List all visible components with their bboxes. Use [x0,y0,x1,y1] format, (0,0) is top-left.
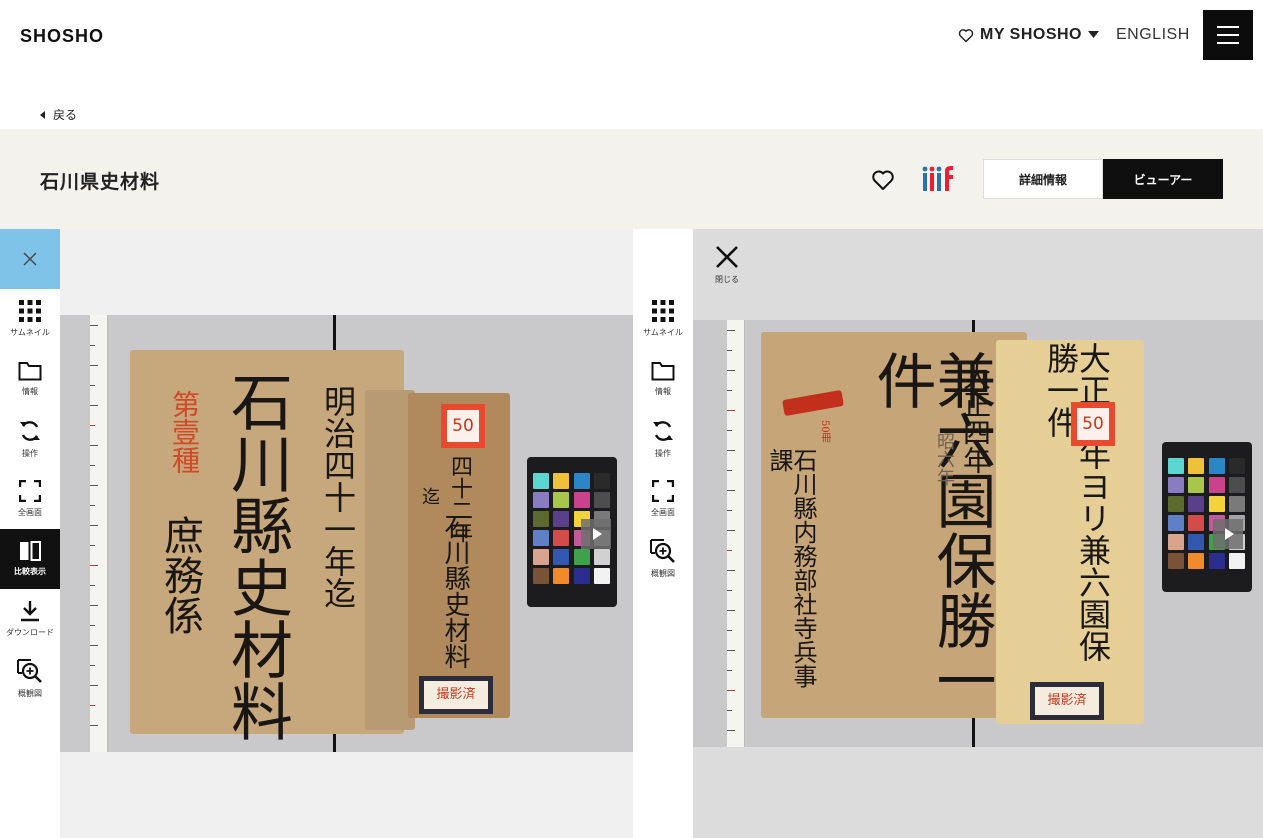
operate-label: 操作 [22,449,38,458]
thumbnail-button[interactable]: サムネイル [633,289,693,349]
back-link[interactable]: 戻る [40,106,77,123]
stamp-text: 撮影済 [1035,687,1099,715]
my-shosho-label: MY SHOSHO [980,26,1082,43]
info-button[interactable]: 情報 [633,349,693,409]
fullscreen-label: 全画面 [18,508,42,517]
menu-bar-icon [1217,26,1239,28]
fullscreen-button[interactable]: 全画面 [0,469,60,529]
grid-icon [652,300,674,322]
my-shosho-dropdown[interactable]: MY SHOSHO [958,25,1099,45]
cover-text-main: 石川縣史材料 [220,370,293,742]
right-viewer-pane[interactable]: 閉じる 50冊 兼六園保勝一件 大正四年 昭六年 石川縣内務部社寺兵事課 大正四… [693,229,1263,838]
info-label: 情報 [22,387,38,396]
cover-text-red: 第壹種 [168,390,201,474]
heart-icon [958,28,974,42]
cover-text-pencil: 昭六年 [934,432,955,486]
compare-icon [20,541,41,561]
download-icon [21,601,39,622]
play-icon [592,528,602,540]
number-tag-text: 50 [1077,408,1109,440]
close-icon [23,252,37,266]
folder-icon [651,362,675,381]
operate-button[interactable]: 操作 [0,409,60,469]
play-button[interactable] [581,519,611,549]
zoom-overview-icon [17,659,42,683]
rotate-icon [20,421,40,441]
photographed-stamp: 撮影済 [419,676,493,714]
download-label: ダウンロード [6,628,54,637]
overview-button[interactable]: 概観図 [633,529,693,589]
fullscreen-icon [652,480,674,502]
rotate-icon [653,421,673,441]
left-viewer-pane[interactable]: 第壹種 石川縣史材料 明治四十一年迄 庶務係 四十二年 迄 石川縣史材料 50 … [60,229,633,838]
number-tag: 50 [441,404,485,448]
overview-label: 概観図 [18,689,42,698]
heart-icon [872,170,894,190]
menu-bar-icon [1217,34,1239,36]
zoom-overview-icon [650,539,675,563]
measuring-ruler [727,320,745,747]
document-image-left[interactable]: 第壹種 石川縣史材料 明治四十一年迄 庶務係 四十二年 迄 石川縣史材料 50 … [60,315,633,752]
cover-text-dept: 石川縣内務部社寺兵事課 [765,448,817,688]
operate-label: 操作 [655,449,671,458]
left-toolbar: サムネイル 情報 操作 全画面 比較表示 ダウンロード 概観図 [0,229,60,838]
favorite-button[interactable] [871,169,895,191]
right-toolbar: サムネイル 情報 操作 全画面 概観図 [633,229,693,838]
page-title: 石川県史材料 [40,171,161,193]
hamburger-menu-button[interactable] [1203,10,1253,60]
compare-label: 比較表示 [14,567,46,576]
measuring-ruler [90,315,108,752]
number-tag-text: 50 [447,410,479,442]
info-label: 情報 [655,387,671,396]
site-header: SHOSHO MY SHOSHO ENGLISH [0,0,1263,70]
iiif-button[interactable] [921,165,955,193]
cover-text-side: 明治四十一年迄 [319,385,357,609]
tab-detail-info[interactable]: 詳細情報 [983,159,1103,199]
caret-down-icon [1088,31,1099,38]
menu-bar-icon [1217,42,1239,44]
thumbnail-label: サムネイル [643,328,683,337]
language-switch[interactable]: ENGLISH [1116,26,1190,44]
overview-button[interactable]: 概観図 [0,649,60,709]
color-checker-card [1162,442,1252,592]
close-icon [716,246,738,268]
close-compare-button[interactable]: 閉じる [707,245,747,293]
thumbnail-label: サムネイル [10,328,50,337]
thumbnail-button[interactable]: サムネイル [0,289,60,349]
compare-button[interactable]: 比較表示 [0,529,60,589]
info-button[interactable]: 情報 [0,349,60,409]
strip-text-2: 迄 [419,487,440,505]
close-panel-button[interactable] [0,229,60,289]
fullscreen-button[interactable]: 全画面 [633,469,693,529]
back-label: 戻る [53,108,78,122]
tab-viewer[interactable]: ビューアー [1103,159,1223,199]
caret-left-icon [40,110,45,119]
play-button[interactable] [1213,519,1243,549]
number-tag: 50 [1071,402,1115,446]
photographed-stamp: 撮影済 [1030,682,1104,720]
grid-icon [19,300,41,322]
document-image-right[interactable]: 50冊 兼六園保勝一件 大正四年 昭六年 石川縣内務部社寺兵事課 大正四年ヨリ兼… [693,320,1263,747]
red-note-text: 50冊 [819,420,830,443]
close-label: 閉じる [715,275,739,284]
play-icon [1224,528,1234,540]
stamp-text: 撮影済 [424,681,488,709]
title-bar: 石川県史材料 詳細情報 ビューアー [0,129,1263,229]
overview-label: 概観図 [651,569,675,578]
viewer-area: サムネイル 情報 操作 全画面 比較表示 ダウンロード 概観図 第壹種 石川縣史… [0,229,1263,838]
download-button[interactable]: ダウンロード [0,589,60,649]
strip-text: 大正四年ヨリ兼六園保勝一件 [1042,342,1112,662]
iiif-logo-icon [922,166,953,191]
cover-text-side: 大正四年 [959,362,992,474]
operate-button[interactable]: 操作 [633,409,693,469]
fullscreen-label: 全画面 [651,508,675,517]
folder-icon [18,362,42,381]
fullscreen-icon [19,480,41,502]
cover-text-dept: 庶務係 [157,515,203,635]
strip-text-3: 石川縣史材料 [440,513,470,669]
site-logo[interactable]: SHOSHO [20,26,104,47]
